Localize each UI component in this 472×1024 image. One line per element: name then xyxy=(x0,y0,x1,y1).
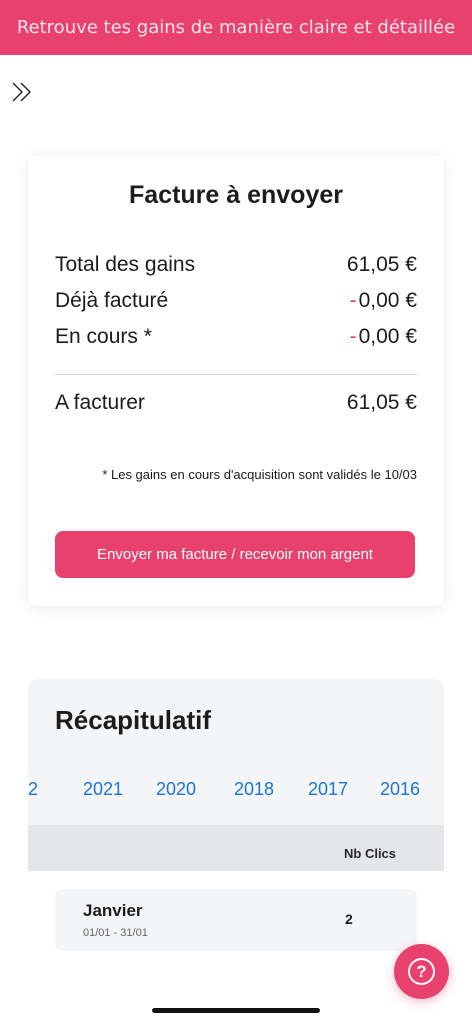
row-total-gains: Total des gains 61,05 € xyxy=(55,253,417,277)
row-value: -0,00 € xyxy=(349,289,417,312)
year-tab[interactable]: 2021 xyxy=(83,779,123,800)
recap-card: Récapitulatif 22 2021 2020 2018 2017 201… xyxy=(28,679,444,1024)
top-banner: Retrouve tes gains de manière claire et … xyxy=(0,0,472,55)
row-label: En cours * xyxy=(55,325,152,348)
row-deja-facture: Déjà facturé -0,00 € xyxy=(55,289,417,313)
footnote: * Les gains en cours d'acquisition sont … xyxy=(102,467,417,482)
home-indicator xyxy=(152,1008,320,1013)
row-en-cours: En cours * -0,00 € xyxy=(55,325,417,349)
expand-button[interactable] xyxy=(8,78,36,106)
help-button[interactable]: ? xyxy=(394,944,449,999)
divider xyxy=(55,374,417,375)
send-invoice-button[interactable]: Envoyer ma facture / recevoir mon argent xyxy=(55,531,415,578)
invoice-card: Facture à envoyer Total des gains 61,05 … xyxy=(28,155,444,606)
month-name: Janvier xyxy=(83,901,143,920)
chevron-double-right-icon xyxy=(12,82,31,102)
question-mark-icon: ? xyxy=(408,958,435,985)
year-tab[interactable]: 22 xyxy=(28,779,38,800)
row-a-facturer: A facturer 61,05 € xyxy=(55,391,417,415)
column-header-clicks: Nb Clics xyxy=(344,846,397,861)
invoice-title: Facture à envoyer xyxy=(129,181,343,209)
total-value: 61,05 € xyxy=(346,391,417,414)
year-tab[interactable]: 2018 xyxy=(234,779,274,800)
row-value: -0,00 € xyxy=(349,325,417,348)
year-tabs: 22 2021 2020 2018 2017 2016 xyxy=(28,779,444,805)
row-label: Déjà facturé xyxy=(55,289,169,312)
total-label: A facturer xyxy=(55,391,145,414)
row-label: Total des gains xyxy=(55,253,196,276)
table-row[interactable]: Janvier 01/01 - 31/01 2 xyxy=(55,889,417,951)
year-tab[interactable]: 2016 xyxy=(380,779,420,800)
recap-title: Récapitulatif xyxy=(55,705,212,735)
month-range: 01/01 - 31/01 xyxy=(83,927,148,939)
month-clicks: 2 xyxy=(345,911,353,927)
year-tab[interactable]: 2017 xyxy=(308,779,348,800)
row-value: 61,05 € xyxy=(346,253,417,276)
year-tab[interactable]: 2020 xyxy=(156,779,196,800)
table-body: Janvier 01/01 - 31/01 2 xyxy=(28,871,444,1024)
banner-text: Retrouve tes gains de manière claire et … xyxy=(16,17,456,38)
table-header: Nb Clics xyxy=(28,825,444,871)
